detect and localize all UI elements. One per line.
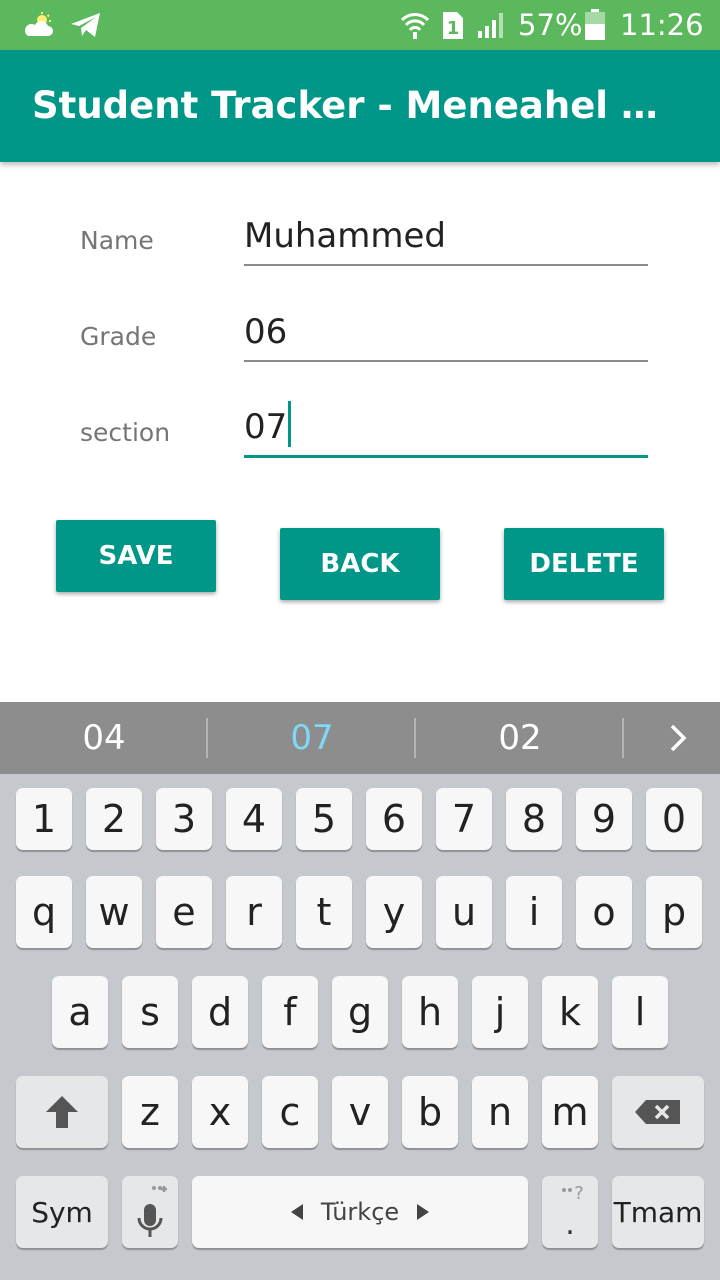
key-r[interactable]: r [226, 876, 282, 948]
key-j[interactable]: j [472, 976, 528, 1048]
grade-field[interactable]: 06 [244, 308, 648, 362]
microphone-icon [137, 1186, 167, 1237]
key-n[interactable]: n [472, 1076, 528, 1148]
battery-icon [584, 0, 606, 50]
key-z[interactable]: z [122, 1076, 178, 1148]
key-u[interactable]: u [436, 876, 492, 948]
signal-icon [476, 0, 508, 50]
svg-text:?: ? [574, 1183, 584, 1204]
section-value-text: 07 [244, 407, 288, 447]
key-9[interactable]: 9 [576, 788, 632, 850]
text-cursor [288, 401, 292, 447]
space-key[interactable]: Türkçe [192, 1176, 528, 1248]
key-v[interactable]: v [332, 1076, 388, 1148]
key-q[interactable]: q [16, 876, 72, 948]
key-g[interactable]: g [332, 976, 388, 1048]
section-field[interactable]: 07 [244, 401, 648, 458]
status-bar: 1 57% 11:26 [0, 0, 720, 50]
period-key[interactable]: ? . [542, 1176, 598, 1248]
app-title: Student Tracker - Meneahel school [32, 84, 672, 127]
key-l[interactable]: l [612, 976, 668, 1048]
telegram-icon [70, 0, 102, 50]
key-x[interactable]: x [192, 1076, 248, 1148]
key-6[interactable]: 6 [366, 788, 422, 850]
caret-right-icon [417, 1204, 430, 1220]
name-value: Muhammed [244, 216, 447, 256]
key-1[interactable]: 1 [16, 788, 72, 850]
name-label: Name [80, 226, 154, 255]
key-b[interactable]: b [402, 1076, 458, 1148]
key-0[interactable]: 0 [646, 788, 702, 850]
backspace-icon [635, 1100, 680, 1124]
key-8[interactable]: 8 [506, 788, 562, 850]
keyboard: 1234567890 qwertyuiop asdfghjkl zxcvbnm … [0, 774, 720, 1280]
key-3[interactable]: 3 [156, 788, 212, 850]
key-k[interactable]: k [542, 976, 598, 1048]
suggestion-divider [622, 718, 624, 758]
key-t[interactable]: t [296, 876, 352, 948]
section-value: 07 [244, 401, 292, 447]
key-d[interactable]: d [192, 976, 248, 1048]
delete-button[interactable]: DELETE [504, 528, 664, 600]
status-time: 11:26 [620, 8, 704, 42]
key-7[interactable]: 7 [436, 788, 492, 850]
key-h[interactable]: h [402, 976, 458, 1048]
key-m[interactable]: m [542, 1076, 598, 1148]
back-button[interactable]: BACK [280, 528, 440, 600]
key-w[interactable]: w [86, 876, 142, 948]
key-s[interactable]: s [122, 976, 178, 1048]
key-c[interactable]: c [262, 1076, 318, 1148]
key-e[interactable]: e [156, 876, 212, 948]
key-o[interactable]: o [576, 876, 632, 948]
battery-percent: 57% [518, 8, 583, 42]
chevron-right-icon[interactable] [656, 702, 700, 774]
key-p[interactable]: p [646, 876, 702, 948]
suggestion-item[interactable]: 02 [416, 702, 624, 774]
key-f[interactable]: f [262, 976, 318, 1048]
name-field[interactable]: Muhammed [244, 212, 648, 266]
app-bar: Student Tracker - Meneahel school [0, 50, 720, 162]
shift-key[interactable] [16, 1076, 108, 1148]
suggestion-item-selected[interactable]: 07 [208, 702, 416, 774]
key-2[interactable]: 2 [86, 788, 142, 850]
key-y[interactable]: y [366, 876, 422, 948]
suggestion-bar: 04 07 02 [0, 702, 720, 774]
key-4[interactable]: 4 [226, 788, 282, 850]
suggestion-item[interactable]: 04 [0, 702, 208, 774]
caret-left-icon [290, 1204, 303, 1220]
weather-icon [22, 0, 56, 50]
shift-icon [46, 1096, 78, 1128]
voice-key[interactable] [122, 1176, 178, 1248]
sim-icon: 1 [442, 0, 464, 50]
space-key-label: Türkçe [320, 1198, 400, 1226]
section-label: section [80, 418, 171, 447]
key-a[interactable]: a [52, 976, 108, 1048]
save-button[interactable]: SAVE [56, 520, 216, 592]
key-5[interactable]: 5 [296, 788, 352, 850]
grade-value: 06 [244, 312, 288, 352]
period-key-label: . [565, 1207, 575, 1242]
wifi-icon [400, 0, 430, 50]
sim-slot-number: 1 [447, 18, 460, 39]
enter-key[interactable]: Tmam [612, 1176, 704, 1248]
sym-key[interactable]: Sym [16, 1176, 108, 1248]
backspace-key[interactable] [612, 1076, 704, 1148]
grade-label: Grade [80, 322, 157, 351]
key-i[interactable]: i [506, 876, 562, 948]
